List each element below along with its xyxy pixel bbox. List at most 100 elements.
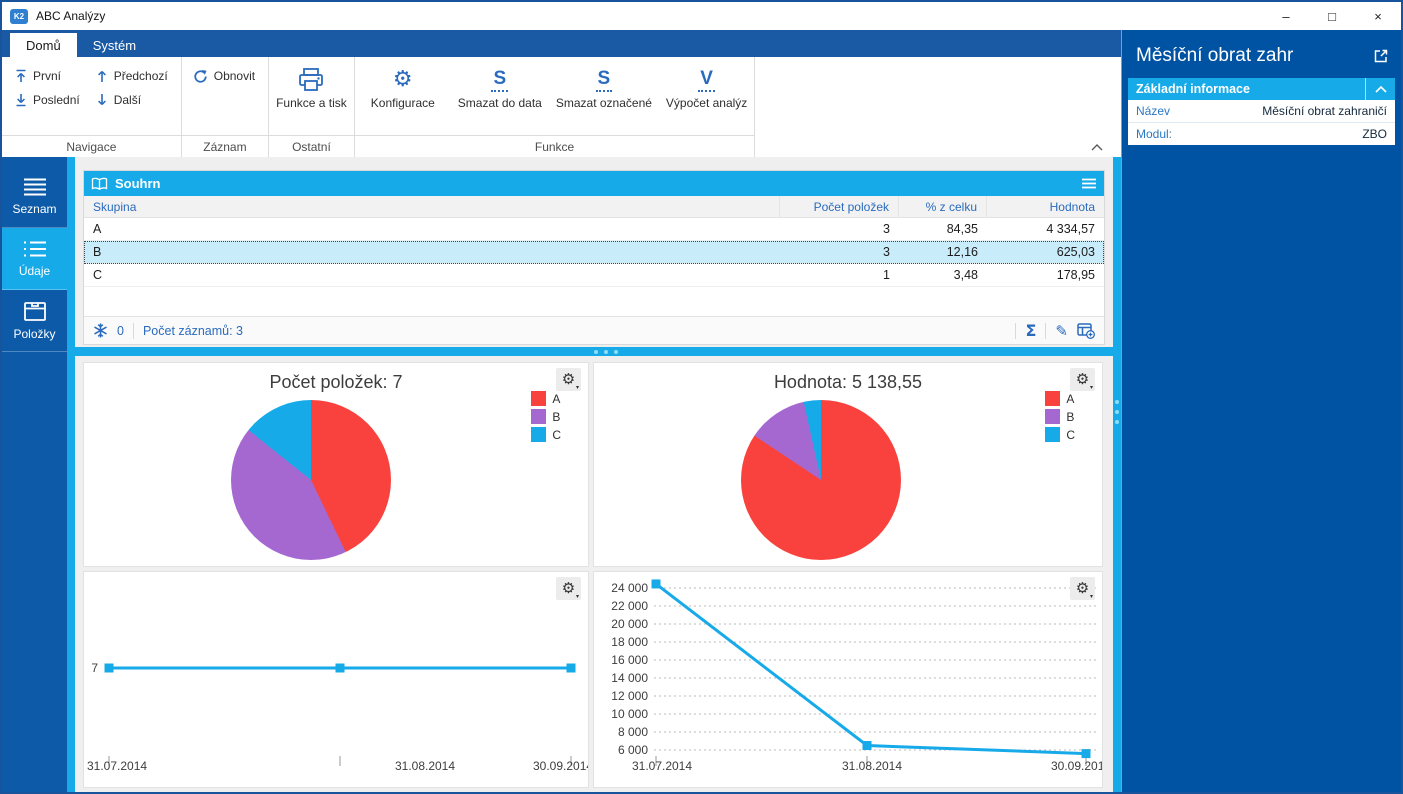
tab-system[interactable]: Systém [77,33,152,57]
line-chart: 31.07.201431.08.201430.09.20147 [84,572,588,787]
first-record-button[interactable]: První [8,64,87,88]
title-bar: K2 ABC Analýzy – □ × [2,2,1401,30]
legend-swatch [1045,409,1060,424]
sidebar-item-polozky[interactable]: Položky [2,290,67,352]
sum-button[interactable]: Σ [1025,321,1036,340]
table-title: Souhrn [115,176,161,191]
svg-text:31.07.2014: 31.07.2014 [632,759,692,773]
app-logo-k2-icon: K2 [10,9,28,24]
table-cell: 12,16 [899,241,987,263]
arrow-down-to-bar-icon [15,93,27,107]
arrow-up-icon [96,69,108,83]
chart-legend: ABC [1045,391,1075,442]
vertical-splitter-left[interactable] [67,157,75,792]
close-button[interactable]: × [1355,2,1401,30]
previous-record-button[interactable]: Předchozí [89,64,175,88]
left-sidebar: Seznam Údaje Položky [2,157,67,792]
delete-to-date-button[interactable]: S Smazat do data [451,57,549,110]
sidebar-item-seznam[interactable]: Seznam [2,166,67,228]
window-controls: – □ × [1263,2,1401,30]
button-label: Funkce a tisk [276,96,347,110]
edit-button[interactable]: ✎ [1055,322,1068,340]
chart-settings-button[interactable]: ⚙▾ [556,368,581,391]
field-value: Měsíční obrat zahraničí [1262,104,1387,118]
column-header[interactable]: Skupina [84,196,780,217]
ribbon-collapse-chevron-icon[interactable] [1091,144,1103,151]
app-window: K2 ABC Analýzy – □ × Domů Systém První [0,0,1403,794]
caret-down-icon: ▾ [576,593,579,600]
record-count: Počet záznamů: 3 [143,324,243,338]
ribbon-group-ostatni: Funkce a tisk Ostatní [269,57,355,157]
freeze-count: 0 [117,324,124,338]
table-cell: 625,03 [987,241,1104,263]
column-header[interactable]: Počet položek [780,196,899,217]
delete-selected-button[interactable]: S Smazat označené [549,57,659,110]
panel-field: Název Měsíční obrat zahraničí [1128,100,1395,123]
table-menu-button[interactable] [1081,178,1097,189]
snowflake-icon[interactable] [93,323,108,338]
svg-text:8 000: 8 000 [618,725,648,739]
chart-settings-button[interactable]: ⚙▾ [1070,577,1095,600]
divider [1045,323,1046,339]
tab-domu[interactable]: Domů [10,33,77,57]
chart-legend: ABC [531,391,561,442]
gear-icon: ⚙ [393,64,413,96]
field-label: Modul: [1136,127,1172,141]
chart-settings-button[interactable]: ⚙▾ [1070,368,1095,391]
horizontal-splitter[interactable] [75,347,1113,356]
section-header[interactable]: Základní informace [1128,78,1395,100]
column-header[interactable]: % z celku [899,196,987,217]
svg-text:31.08.2014: 31.08.2014 [395,759,455,773]
box-icon [23,301,47,322]
ribbon-group-label: Funkce [355,135,755,157]
legend-item: C [1045,427,1075,442]
arrow-up-to-bar-icon [15,69,27,83]
next-record-button[interactable]: Další [89,88,175,112]
button-label: Poslední [33,93,80,107]
chart-card-line-count: 31.07.201431.08.201430.09.20147 ⚙▾ [83,571,589,788]
print-functions-button[interactable]: Funkce a tisk [269,57,354,110]
sidebar-item-udaje[interactable]: Údaje [2,228,67,290]
panel-section: Základní informace Název Měsíční obrat z… [1128,78,1395,145]
svg-text:30.09.2014: 30.09.2014 [1051,759,1102,773]
table-row[interactable]: A 3 84,35 4 334,57 [84,218,1104,241]
vertical-splitter-right[interactable] [1113,157,1121,792]
refresh-button[interactable]: Obnovit [186,64,262,88]
sidebar-item-label: Položky [13,327,55,341]
legend-label: A [552,392,560,406]
svg-text:24 000: 24 000 [611,581,648,595]
svg-text:20 000: 20 000 [611,617,648,631]
last-record-button[interactable]: Poslední [8,88,87,112]
table-cell: 4 334,57 [987,218,1104,240]
svg-text:30.09.2014: 30.09.2014 [533,759,588,773]
legend-label: C [1066,428,1075,442]
arrow-down-icon [96,93,108,107]
compute-analyses-button[interactable]: V Výpočet analýz [659,57,754,110]
legend-swatch [531,427,546,442]
table-row-selected[interactable]: B 3 12,16 625,03 [84,241,1104,264]
legend-item: A [531,391,561,406]
legend-swatch [531,391,546,406]
button-label: Smazat označené [556,96,652,110]
gear-icon: ⚙ [1076,581,1089,596]
svg-text:16 000: 16 000 [611,653,648,667]
open-external-icon[interactable] [1373,48,1389,64]
svg-text:31.07.2014: 31.07.2014 [87,759,147,773]
chart-settings-button[interactable]: ⚙▾ [556,577,581,600]
chevron-up-icon[interactable] [1365,78,1387,100]
minimize-button[interactable]: – [1263,2,1309,30]
column-header[interactable]: Hodnota [987,196,1104,217]
table-cell: 178,95 [987,264,1104,286]
configuration-button[interactable]: ⚙ Konfigurace [355,57,451,110]
table-row[interactable]: C 1 3,48 178,95 [84,264,1104,287]
button-label: Smazat do data [458,96,542,110]
window-title: ABC Analýzy [36,9,105,23]
maximize-button[interactable]: □ [1309,2,1355,30]
ribbon-group-label: Záznam [182,135,268,157]
add-table-button[interactable] [1077,323,1095,339]
table-title-bar: Souhrn [84,171,1104,196]
button-label: Konfigurace [371,96,435,110]
table-header-row: Skupina Počet položek % z celku Hodnota [84,196,1104,218]
gear-icon: ⚙ [562,372,575,387]
table-cell: 1 [780,264,899,286]
